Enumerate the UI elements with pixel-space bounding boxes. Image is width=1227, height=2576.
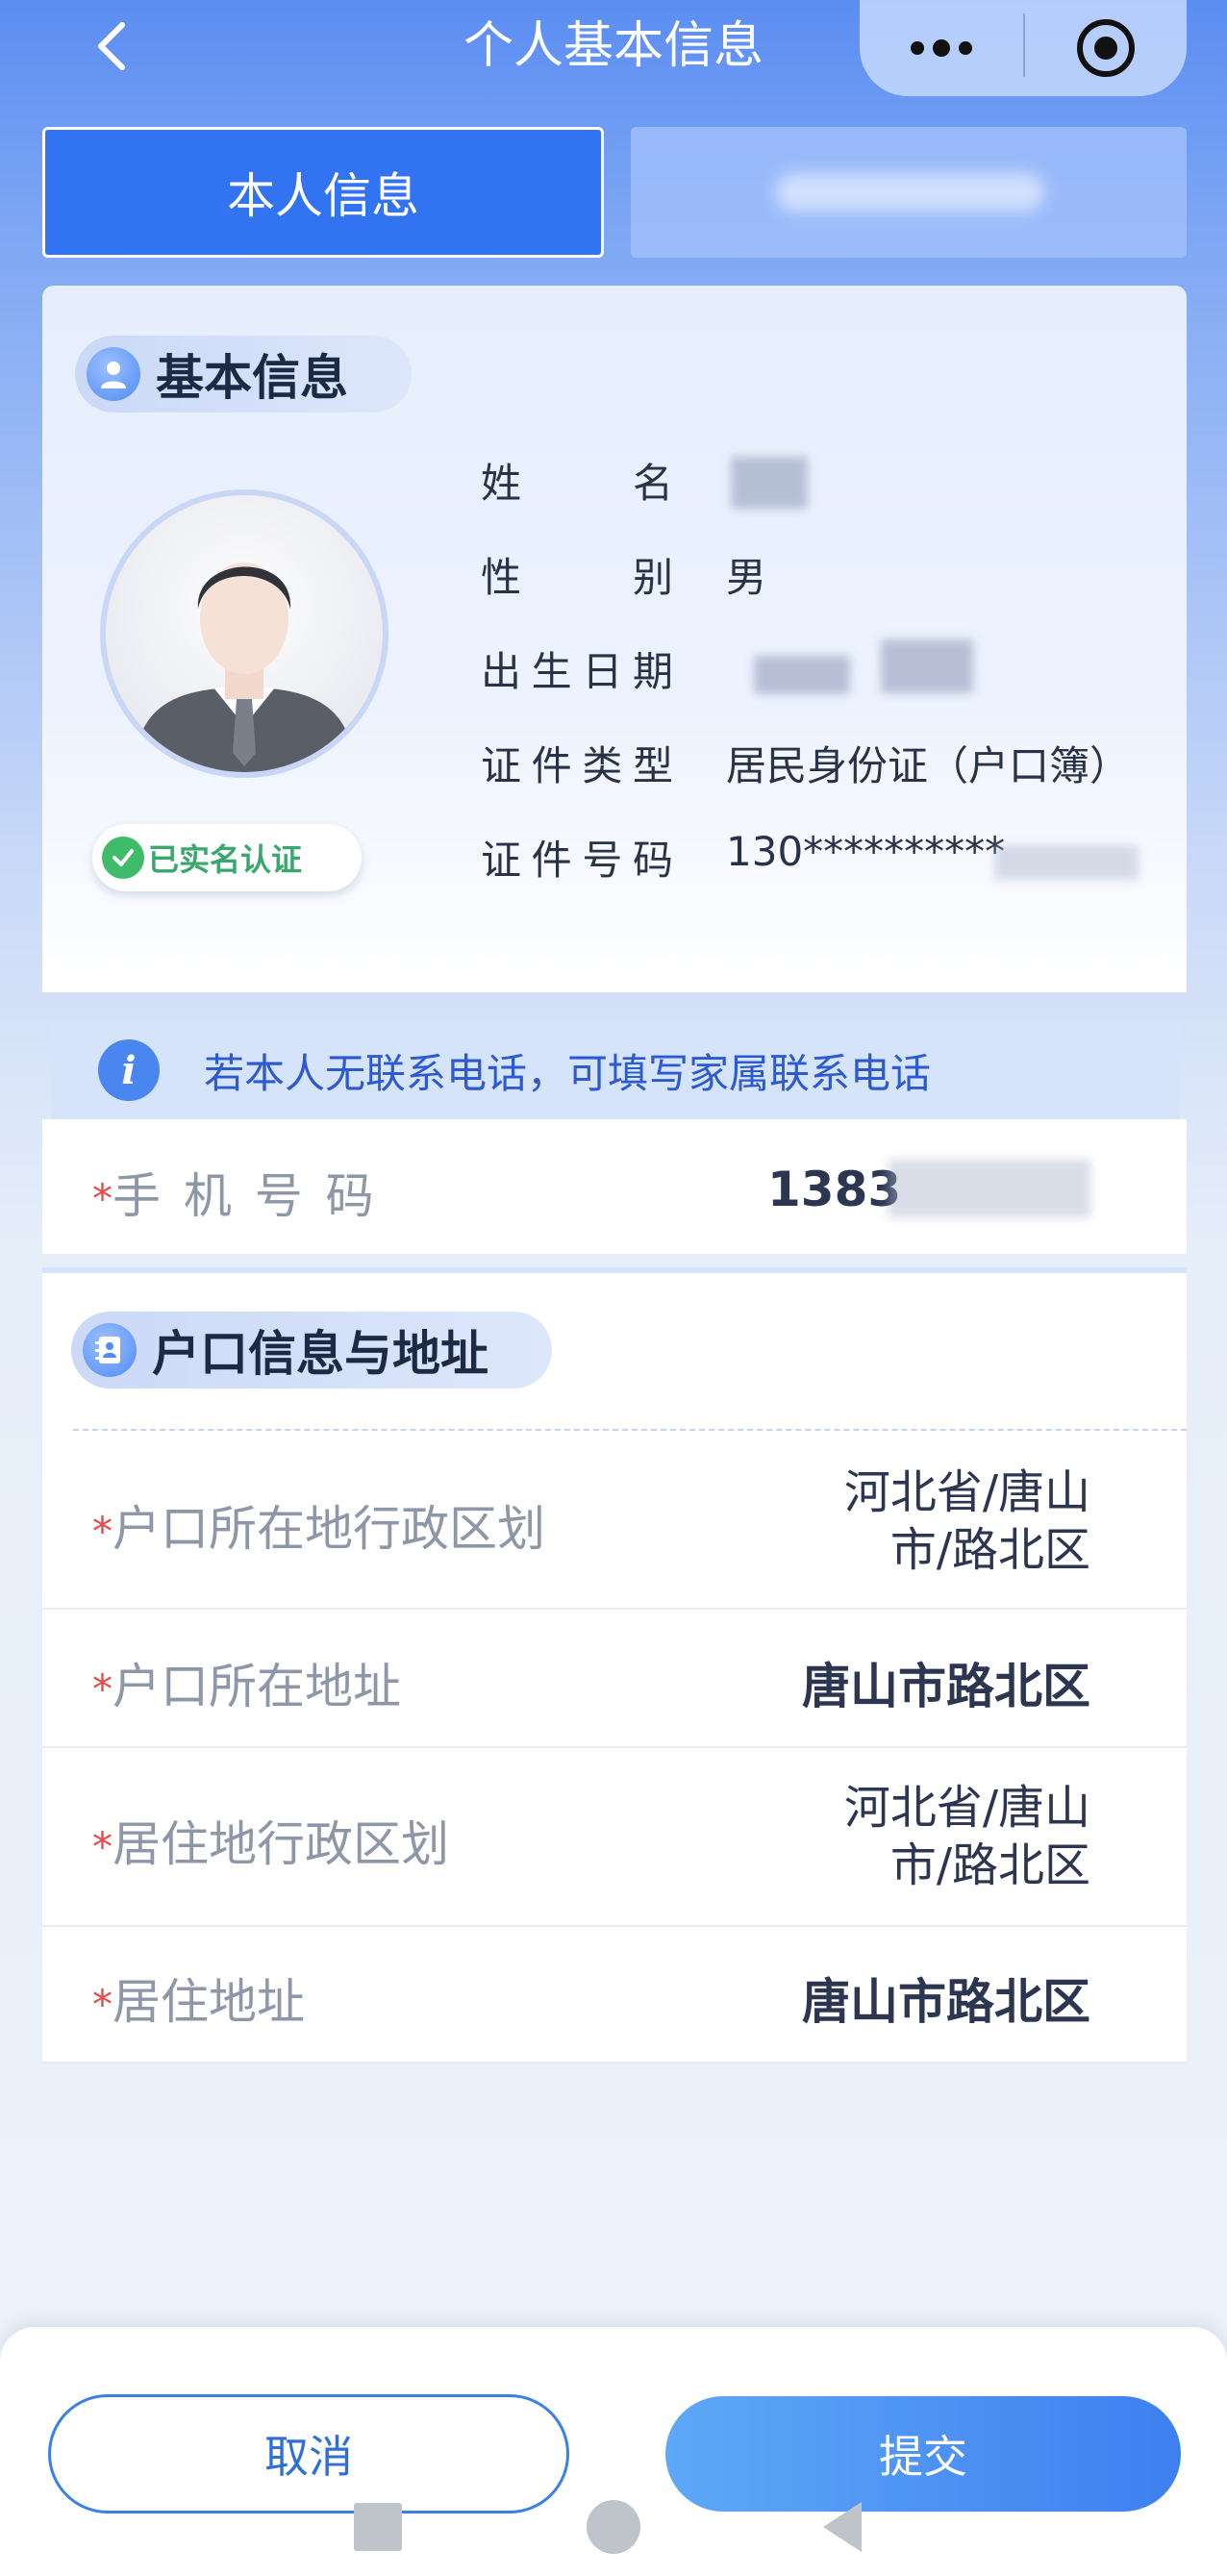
id-number-label: 证件号码 — [481, 837, 673, 884]
back-nav-icon[interactable] — [819, 2500, 867, 2554]
verified-label: 已实名认证 — [148, 841, 303, 878]
hukou-region-value[interactable]: 河北省/唐山 市/路北区 — [844, 1463, 1090, 1579]
birth-date-label: 出生日期 — [481, 648, 673, 695]
home-icon[interactable] — [587, 2500, 640, 2554]
bottom-action-bar: 取消 提交 — [0, 2327, 1227, 2576]
residence-address-label: *居住地址 — [92, 1974, 305, 2030]
gender-value: 男 — [726, 554, 767, 601]
residence-address-row[interactable]: *居住地址 唐山市路北区 — [42, 1927, 1187, 2063]
verified-badge: 已实名认证 — [92, 824, 362, 891]
birth-date-masked-1 — [754, 656, 850, 694]
basic-info-title: 基本信息 — [156, 350, 348, 406]
check-icon — [102, 837, 144, 879]
hukou-region-label: *户口所在地行政区划 — [92, 1501, 545, 1557]
id-type-value: 居民身份证（户口簿） — [726, 742, 1131, 789]
residence-region-row[interactable]: *居住地行政区划 河北省/唐山 市/路北区 — [42, 1748, 1187, 1927]
phone-field-row[interactable]: *手 机 号 码 1383 — [42, 1119, 1187, 1256]
hukou-section-header: 户口信息与地址 — [71, 1312, 552, 1388]
birth-date-masked-2 — [881, 639, 973, 693]
id-type-label: 证件类型 — [481, 742, 673, 789]
more-button[interactable] — [860, 0, 1023, 96]
submit-button[interactable]: 提交 — [665, 2396, 1181, 2512]
phone-input[interactable]: 1383 — [767, 1162, 901, 1217]
hukou-address-row[interactable]: *户口所在地址 唐山市路北区 — [42, 1610, 1187, 1748]
gender-label: 性别 — [481, 554, 673, 601]
phone-label: *手 机 号 码 — [92, 1168, 378, 1224]
back-button[interactable] — [77, 8, 144, 85]
card-scallop-edge — [42, 959, 1187, 984]
miniprogram-close-icon — [1077, 19, 1135, 77]
person-avatar-icon — [135, 563, 354, 772]
close-miniprogram-button[interactable] — [1025, 0, 1187, 96]
top-nav-bar: 个人基本信息 — [0, 0, 1227, 106]
id-number-masked — [994, 845, 1139, 880]
residence-address-value[interactable]: 唐山市路北区 — [802, 1963, 1090, 2033]
phone-value-masked — [889, 1160, 1090, 1217]
user-icon — [87, 347, 140, 401]
recent-apps-icon[interactable] — [354, 2503, 402, 2551]
name-value-masked — [731, 457, 808, 509]
hukou-region-row[interactable]: *户口所在地行政区划 河北省/唐山 市/路北区 — [42, 1435, 1187, 1610]
tip-bar: i 若本人无联系电话，可填写家属联系电话 — [52, 1021, 1179, 1119]
required-mark: * — [92, 1175, 113, 1222]
name-label: 姓名 — [481, 460, 673, 507]
address-book-icon — [83, 1323, 137, 1377]
avatar — [100, 489, 388, 778]
info-icon: i — [98, 1039, 160, 1101]
tip-text: 若本人无联系电话，可填写家属联系电话 — [204, 1049, 932, 1097]
hukou-section-title: 户口信息与地址 — [152, 1326, 488, 1382]
chevron-left-icon — [98, 22, 125, 70]
id-number-value: 130********** — [726, 828, 1006, 875]
residence-region-value[interactable]: 河北省/唐山 市/路北区 — [844, 1779, 1090, 1894]
miniprogram-capsule — [860, 0, 1187, 96]
residence-region-label: *居住地行政区划 — [92, 1816, 449, 1872]
cancel-button[interactable]: 取消 — [48, 2394, 569, 2513]
hukou-address-label: *户口所在地址 — [92, 1659, 401, 1714]
hukou-address-value[interactable]: 唐山市路北区 — [802, 1648, 1090, 1717]
basic-info-section-header: 基本信息 — [75, 336, 412, 413]
more-dots-icon — [911, 39, 972, 57]
hukou-section: 户口信息与地址 — [42, 1267, 1187, 1435]
tab-other-info[interactable] — [631, 127, 1187, 258]
tab-self-info[interactable]: 本人信息 — [42, 127, 604, 258]
tab-other-label-blurred — [775, 173, 1044, 212]
dashed-divider — [73, 1429, 1187, 1431]
basic-info-card: 基本信息 已实名认证 姓名 性别 男 出生日期 证件类型 居民身份证（户口簿） … — [42, 286, 1187, 992]
